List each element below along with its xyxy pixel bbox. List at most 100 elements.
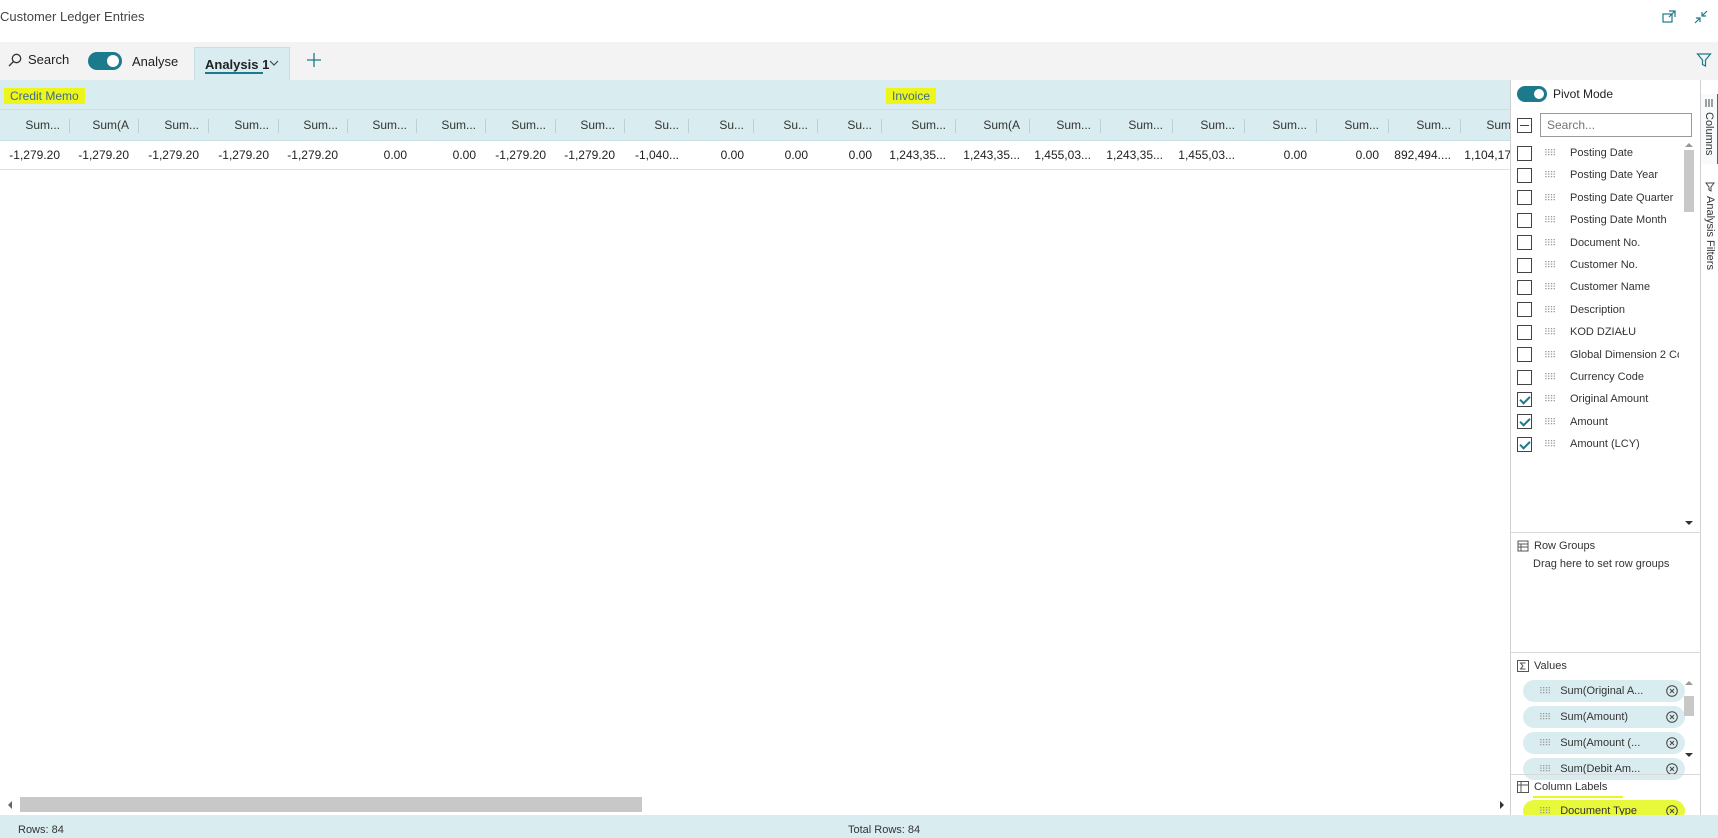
column-header[interactable]: Sum...: [556, 110, 625, 141]
table-cell[interactable]: 0.00: [754, 141, 818, 170]
drag-handle-icon[interactable]: ⠿⠿: [1544, 305, 1558, 315]
column-list-item[interactable]: ⠿⠿ Posting Date Quarter: [1517, 187, 1679, 209]
tab-analysis-1[interactable]: Analysis 1: [194, 47, 290, 80]
drag-handle-icon[interactable]: ⠿⠿: [1544, 372, 1558, 382]
column-header[interactable]: Sum...: [486, 110, 556, 141]
add-tab-button[interactable]: [305, 51, 325, 71]
drag-handle-icon[interactable]: ⠿⠿: [1544, 350, 1558, 360]
scroll-down-arrow-icon[interactable]: [1684, 520, 1694, 526]
column-header[interactable]: Sum...: [0, 110, 70, 141]
column-header[interactable]: Su...: [818, 110, 882, 141]
tab-columns[interactable]: Columns: [1701, 94, 1718, 164]
pivot-mode-toggle[interactable]: Pivot Mode: [1517, 86, 1613, 102]
drag-handle-icon[interactable]: ⠿⠿: [1539, 738, 1551, 749]
column-checkbox[interactable]: [1517, 279, 1532, 295]
column-list-item[interactable]: ⠿⠿ Amount: [1517, 411, 1679, 433]
analyse-switch[interactable]: [88, 52, 122, 70]
column-header[interactable]: Sum(A: [956, 110, 1030, 141]
drag-handle-icon[interactable]: ⠿⠿: [1544, 193, 1558, 203]
search-button[interactable]: Search: [8, 52, 69, 67]
table-cell[interactable]: -1,279.20: [139, 141, 209, 170]
column-list-item[interactable]: ⠿⠿ Document No.: [1517, 232, 1679, 254]
column-header[interactable]: Sum...: [417, 110, 486, 141]
select-all-checkbox[interactable]: [1517, 117, 1532, 133]
column-checkbox[interactable]: [1517, 302, 1532, 318]
table-cell[interactable]: -1,279.20: [486, 141, 556, 170]
filter-button[interactable]: [1696, 52, 1712, 71]
scroll-up-arrow-icon[interactable]: [1684, 680, 1694, 686]
pivot-mode-switch[interactable]: [1517, 86, 1547, 102]
horizontal-scroll-thumb[interactable]: [20, 797, 642, 812]
table-row[interactable]: -1,279.20 -1,279.20 -1,279.20 -1,279.20 -1,2…: [0, 141, 1511, 170]
column-list-scroll-thumb[interactable]: [1684, 150, 1694, 212]
table-cell[interactable]: -1,040...: [625, 141, 689, 170]
column-header[interactable]: Su...: [754, 110, 818, 141]
remove-icon[interactable]: [1666, 711, 1678, 723]
scroll-left-arrow-icon[interactable]: [6, 799, 14, 813]
remove-icon[interactable]: [1666, 737, 1678, 749]
column-header[interactable]: Sum...: [209, 110, 279, 141]
column-list-item[interactable]: ⠿⠿ Original Amount: [1517, 388, 1679, 410]
column-checkbox[interactable]: [1517, 235, 1532, 251]
drag-handle-icon[interactable]: ⠿⠿: [1544, 439, 1558, 449]
table-cell[interactable]: 1,455,03...: [1030, 141, 1101, 170]
column-header[interactable]: Sum(A: [70, 110, 139, 141]
column-list-item[interactable]: ⠿⠿ Customer No.: [1517, 254, 1679, 276]
table-cell[interactable]: 0.00: [1245, 141, 1317, 170]
table-cell[interactable]: 0.00: [818, 141, 882, 170]
value-pill[interactable]: ⠿⠿ Sum(Amount (...: [1523, 732, 1685, 754]
column-list-item[interactable]: ⠿⠿ Posting Date Month: [1517, 209, 1679, 231]
drag-handle-icon[interactable]: ⠿⠿: [1544, 394, 1558, 404]
column-checkbox[interactable]: [1517, 257, 1532, 273]
column-header[interactable]: Sum...: [1245, 110, 1317, 141]
drag-handle-icon[interactable]: ⠿⠿: [1544, 238, 1558, 248]
drag-handle-icon[interactable]: ⠿⠿: [1544, 260, 1558, 270]
column-checkbox[interactable]: [1517, 414, 1532, 430]
drag-handle-icon[interactable]: ⠿⠿: [1544, 327, 1558, 337]
table-cell[interactable]: -1,279.20: [556, 141, 625, 170]
tab-analysis-filters[interactable]: Analysis Filters: [1701, 178, 1718, 278]
value-pill[interactable]: ⠿⠿ Sum(Original A...: [1523, 680, 1685, 702]
drag-handle-icon[interactable]: ⠿⠿: [1539, 764, 1551, 775]
column-checkbox[interactable]: [1517, 369, 1532, 385]
table-cell[interactable]: 1,243,35...: [882, 141, 956, 170]
analyse-toggle[interactable]: Analyse: [88, 52, 178, 70]
column-checkbox[interactable]: [1517, 391, 1532, 407]
column-header[interactable]: Sum...: [348, 110, 417, 141]
drag-handle-icon[interactable]: ⠿⠿: [1544, 148, 1558, 158]
table-cell[interactable]: 1,243,35...: [1101, 141, 1173, 170]
row-groups-drop-hint[interactable]: Drag here to set row groups: [1533, 558, 1669, 570]
column-list-item[interactable]: ⠿⠿ KOD DZIAŁU: [1517, 321, 1679, 343]
scroll-right-arrow-icon[interactable]: [1498, 799, 1506, 813]
column-header[interactable]: Sum...: [1101, 110, 1173, 141]
column-checkbox[interactable]: [1517, 167, 1532, 183]
horizontal-scrollbar[interactable]: [0, 793, 1510, 815]
column-header[interactable]: Sum...: [882, 110, 956, 141]
chevron-down-icon[interactable]: [269, 57, 279, 71]
table-cell[interactable]: 1,455,03...: [1173, 141, 1245, 170]
table-cell[interactable]: -1,279.20: [70, 141, 139, 170]
value-pill[interactable]: ⠿⠿ Sum(Amount): [1523, 706, 1685, 728]
table-cell[interactable]: 892,494....: [1389, 141, 1461, 170]
column-search-input[interactable]: [1540, 113, 1692, 137]
column-checkbox[interactable]: [1517, 347, 1532, 363]
column-list-item[interactable]: ⠿⠿ Posting Date Year: [1517, 164, 1679, 186]
column-checkbox[interactable]: [1517, 324, 1532, 340]
column-header[interactable]: Sum...: [279, 110, 348, 141]
column-list-item[interactable]: ⠿⠿ Global Dimension 2 Co: [1517, 344, 1679, 366]
column-header[interactable]: Su...: [625, 110, 689, 141]
column-list-item[interactable]: ⠿⠿ Customer Name: [1517, 276, 1679, 298]
table-cell[interactable]: -1,279.20: [0, 141, 70, 170]
column-header[interactable]: Su...: [689, 110, 754, 141]
column-checkbox[interactable]: [1517, 212, 1532, 228]
values-scroll-thumb[interactable]: [1684, 696, 1694, 716]
drag-handle-icon[interactable]: ⠿⠿: [1539, 686, 1551, 697]
value-pill[interactable]: ⠿⠿ Sum(Debit Am...: [1523, 758, 1685, 780]
table-cell[interactable]: 0.00: [348, 141, 417, 170]
column-list-item[interactable]: ⠿⠿ Currency Code: [1517, 366, 1679, 388]
values-scrollbar[interactable]: [1679, 676, 1697, 762]
drag-handle-icon[interactable]: ⠿⠿: [1544, 417, 1558, 427]
drag-handle-icon[interactable]: ⠿⠿: [1544, 215, 1558, 225]
column-checkbox[interactable]: [1517, 436, 1532, 452]
column-header[interactable]: Sum...: [1317, 110, 1389, 141]
